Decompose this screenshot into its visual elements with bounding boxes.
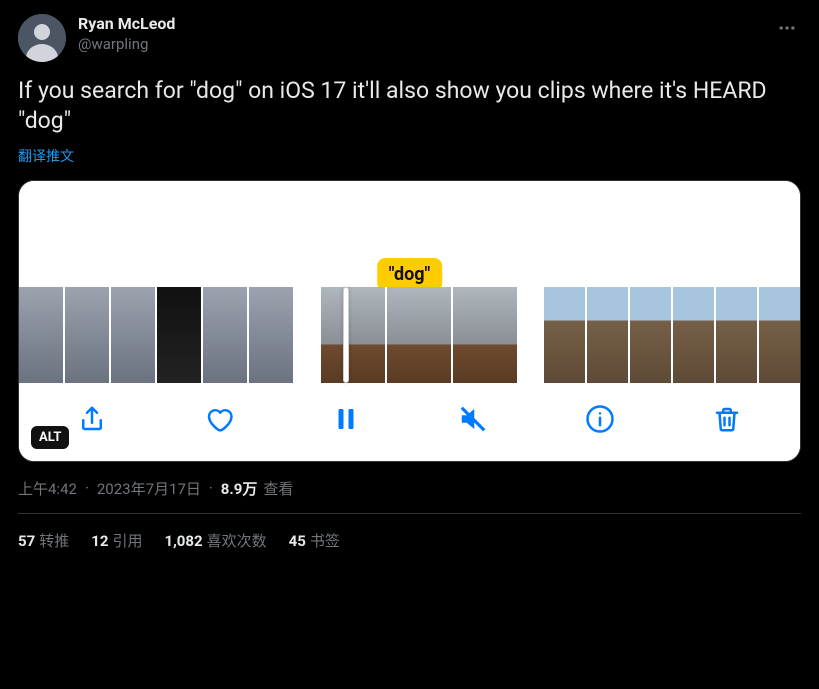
clip-frame bbox=[65, 287, 109, 383]
clip-frame bbox=[387, 287, 451, 383]
retweets-label: 转推 bbox=[39, 532, 69, 550]
clip-frame bbox=[157, 287, 201, 383]
likes-count: 1,082 bbox=[164, 532, 202, 550]
clip-frame bbox=[249, 287, 293, 383]
timestamp[interactable]: 上午4:42 bbox=[18, 478, 77, 499]
clip-frame bbox=[111, 287, 155, 383]
translate-link[interactable]: 翻译推文 bbox=[18, 146, 801, 166]
timeline[interactable] bbox=[19, 287, 800, 383]
clip-frame bbox=[630, 287, 671, 383]
avatar[interactable] bbox=[18, 14, 66, 62]
clip-frame bbox=[673, 287, 714, 383]
author-block[interactable]: Ryan McLeod @warpling bbox=[78, 14, 773, 53]
heart-icon bbox=[204, 404, 234, 434]
likes-stat[interactable]: 1,082 喜欢次数 bbox=[164, 530, 266, 551]
quotes-count: 12 bbox=[91, 532, 108, 550]
clip-frame bbox=[321, 287, 385, 383]
quotes-stat[interactable]: 12引用 bbox=[91, 530, 142, 551]
stats-row: 57转推 12引用 1,082 喜欢次数 45书签 bbox=[18, 514, 801, 551]
meta-separator bbox=[81, 479, 93, 497]
clip-frame bbox=[19, 287, 63, 383]
bookmarks-count: 45 bbox=[289, 532, 306, 550]
more-icon bbox=[777, 18, 797, 38]
clip-frame bbox=[203, 287, 247, 383]
retweets-stat[interactable]: 57转推 bbox=[18, 530, 69, 551]
display-name: Ryan McLeod bbox=[78, 14, 773, 33]
share-button[interactable] bbox=[74, 401, 110, 437]
alt-badge[interactable]: ALT bbox=[31, 426, 69, 449]
tweet-text: If you search for "dog" on iOS 17 it'll … bbox=[18, 76, 801, 136]
date[interactable]: 2023年7月17日 bbox=[97, 478, 201, 499]
like-button[interactable] bbox=[201, 401, 237, 437]
media-header: "dog" bbox=[19, 181, 800, 287]
media-toolbar bbox=[19, 383, 800, 461]
clip-group-1 bbox=[19, 287, 293, 383]
handle: @warpling bbox=[78, 35, 773, 53]
playhead[interactable] bbox=[343, 287, 349, 383]
info-button[interactable] bbox=[582, 401, 618, 437]
share-icon bbox=[77, 404, 107, 434]
clip-group-2 bbox=[321, 287, 517, 383]
bookmarks-stat[interactable]: 45书签 bbox=[289, 530, 340, 551]
likes-label: 喜欢次数 bbox=[207, 532, 267, 550]
info-icon bbox=[585, 404, 615, 434]
retweets-count: 57 bbox=[18, 532, 35, 550]
quotes-label: 引用 bbox=[112, 532, 142, 550]
media-card[interactable]: "dog" bbox=[18, 180, 801, 462]
trash-icon bbox=[712, 404, 742, 434]
tweet: Ryan McLeod @warpling If you search for … bbox=[0, 0, 819, 565]
views-label: 查看 bbox=[263, 478, 293, 499]
clip-group-3 bbox=[544, 287, 800, 383]
mute-button[interactable] bbox=[455, 401, 491, 437]
tweet-meta: 上午4:42 2023年7月17日 8.9万 查看 bbox=[18, 478, 801, 499]
meta-separator bbox=[205, 479, 217, 497]
more-button[interactable] bbox=[773, 14, 801, 47]
clip-frame bbox=[759, 287, 800, 383]
mute-icon bbox=[458, 404, 488, 434]
clip-frame bbox=[453, 287, 517, 383]
clip-frame bbox=[544, 287, 585, 383]
clip-gap bbox=[517, 287, 545, 383]
pause-button[interactable] bbox=[328, 401, 364, 437]
views-count: 8.9万 bbox=[221, 478, 258, 499]
delete-button[interactable] bbox=[709, 401, 745, 437]
tweet-header: Ryan McLeod @warpling bbox=[18, 14, 801, 62]
pause-icon bbox=[331, 404, 361, 434]
bookmarks-label: 书签 bbox=[310, 532, 340, 550]
clip-frame bbox=[716, 287, 757, 383]
clip-gap bbox=[293, 287, 321, 383]
clip-frame bbox=[587, 287, 628, 383]
